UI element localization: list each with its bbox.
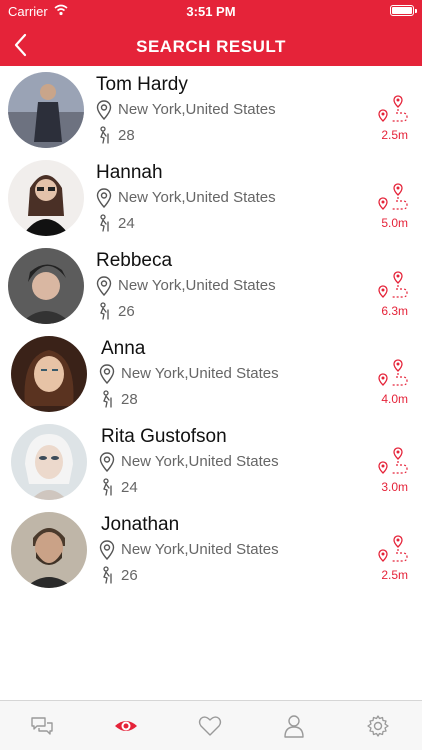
- result-location: New York,United States: [118, 277, 276, 294]
- location-pin-icon: [99, 540, 115, 560]
- location-pin-icon: [99, 364, 115, 384]
- location-pin-icon: [96, 100, 112, 120]
- eye-icon: [115, 721, 137, 731]
- result-row[interactable]: Rebbeca New York,United States 26 6.3m: [0, 242, 422, 330]
- page-title: SEARCH RESULT: [136, 37, 286, 56]
- avatar: [8, 160, 84, 236]
- tab-favorites[interactable]: [168, 701, 252, 750]
- location-pin-icon: [99, 452, 115, 472]
- distance-route-icon: [378, 271, 408, 298]
- tab-profile[interactable]: [252, 701, 336, 750]
- clock: 3:51 PM: [186, 4, 236, 19]
- tab-bar: [0, 700, 422, 750]
- result-location: New York,United States: [121, 541, 279, 558]
- age-icon: [100, 214, 109, 232]
- result-name: Rita Gustofson: [101, 426, 227, 447]
- distance-route-icon: [378, 535, 408, 562]
- result-row[interactable]: Jonathan New York,United States 26 2.5m: [0, 506, 422, 594]
- age-icon: [103, 566, 112, 584]
- avatar: [11, 336, 87, 412]
- avatar: [11, 424, 87, 500]
- avatar: [8, 248, 84, 324]
- result-distance: 2.5m: [381, 568, 408, 582]
- tab-browse[interactable]: [84, 701, 168, 750]
- result-location: New York,United States: [121, 365, 279, 382]
- result-distance: 2.5m: [381, 128, 408, 142]
- result-distance: 5.0m: [381, 216, 408, 230]
- heart-icon: [198, 716, 222, 736]
- result-age: 24: [118, 215, 135, 232]
- result-age: 24: [121, 479, 138, 496]
- battery-icon: [390, 5, 417, 16]
- result-distance: 6.3m: [381, 304, 408, 318]
- chat-icon: [31, 717, 53, 735]
- location-pin-icon: [96, 276, 112, 296]
- result-location: New York,United States: [118, 189, 276, 206]
- distance-route-icon: [378, 183, 408, 210]
- result-location: New York,United States: [121, 453, 279, 470]
- location-pin-icon: [96, 188, 112, 208]
- app-header: Carrier 3:51 PM SEARCH RESULT: [0, 0, 422, 66]
- result-age: 28: [121, 391, 138, 408]
- status-bar: Carrier 3:51 PM: [0, 0, 422, 22]
- result-name: Anna: [101, 338, 146, 359]
- age-icon: [100, 126, 109, 144]
- gear-icon: [367, 715, 389, 737]
- result-name: Tom Hardy: [96, 74, 188, 95]
- result-name: Jonathan: [101, 514, 180, 535]
- result-row[interactable]: Rita Gustofson New York,United States 24…: [0, 418, 422, 506]
- avatar: [11, 512, 87, 588]
- distance-route-icon: [378, 359, 408, 386]
- age-icon: [103, 478, 112, 496]
- avatar: [8, 72, 84, 148]
- result-age: 28: [118, 127, 135, 144]
- result-age: 26: [118, 303, 135, 320]
- result-row[interactable]: Hannah New York,United States 24 5.0m: [0, 154, 422, 242]
- result-distance: 4.0m: [381, 392, 408, 406]
- distance-route-icon: [378, 447, 408, 474]
- search-result-list: Tom Hardy New York,United States 28 2.5m: [0, 66, 422, 700]
- user-icon: [284, 715, 304, 738]
- result-row[interactable]: Tom Hardy New York,United States 28 2.5m: [0, 66, 422, 154]
- result-location: New York,United States: [118, 101, 276, 118]
- result-distance: 3.0m: [381, 480, 408, 494]
- result-age: 26: [121, 567, 138, 584]
- result-name: Rebbeca: [96, 250, 173, 271]
- result-name: Hannah: [96, 162, 163, 183]
- age-icon: [100, 302, 109, 320]
- tab-chat[interactable]: [0, 701, 84, 750]
- result-row[interactable]: Anna New York,United States 28 4.0m: [0, 330, 422, 418]
- tab-settings[interactable]: [336, 701, 420, 750]
- distance-route-icon: [378, 95, 408, 122]
- age-icon: [103, 390, 112, 408]
